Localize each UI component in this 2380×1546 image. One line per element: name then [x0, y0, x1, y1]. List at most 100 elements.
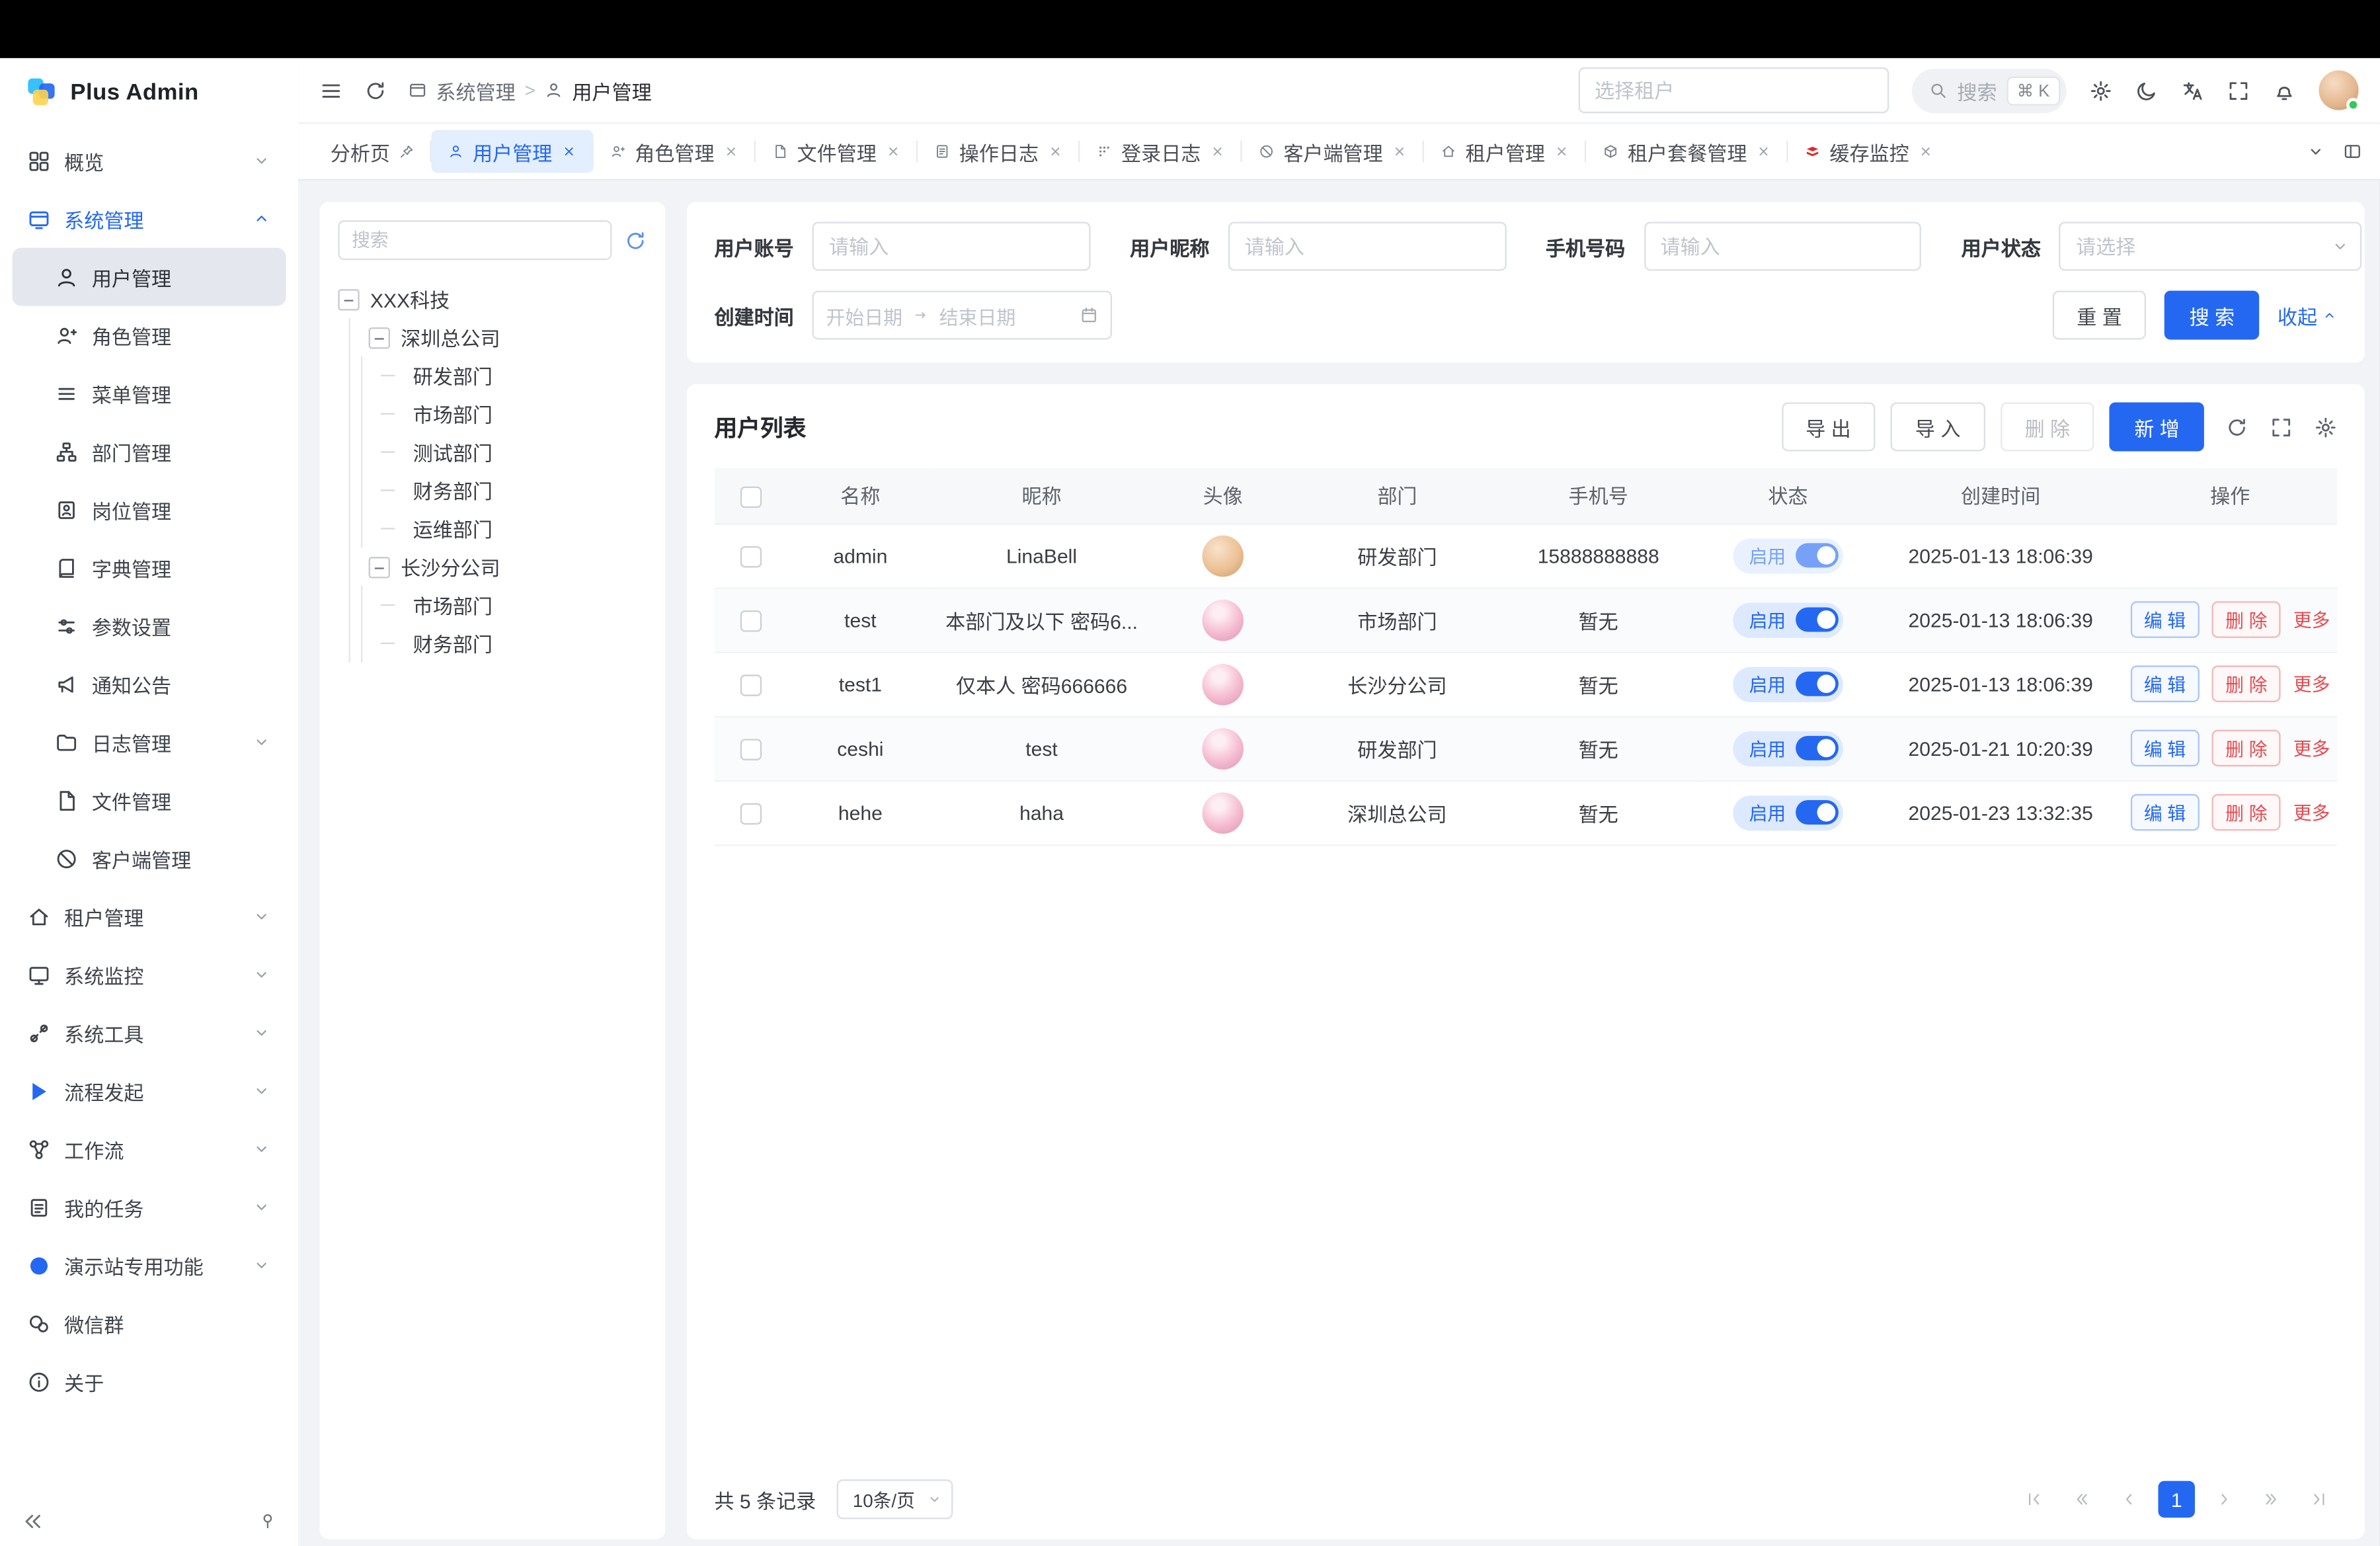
- sidebar-item-wechat-group[interactable]: 微信群: [13, 1294, 286, 1352]
- close-icon[interactable]: [1554, 143, 1569, 159]
- sidebar-item-dict-management[interactable]: 字典管理: [13, 538, 286, 596]
- tab-role-management[interactable]: 角色管理: [594, 130, 756, 173]
- delete-row-button[interactable]: 删 除: [2211, 601, 2281, 638]
- tree-node-dept[interactable]: 研发部门: [362, 356, 647, 395]
- search-button[interactable]: 搜 索: [2165, 291, 2260, 340]
- fullscreen-icon[interactable]: [2227, 79, 2250, 102]
- sidebar-item-demo-features[interactable]: 演示站专用功能: [13, 1236, 286, 1294]
- tree-refresh-icon[interactable]: [624, 229, 647, 252]
- sidebar-item-notice[interactable]: 通知公告: [13, 655, 286, 713]
- date-range-picker[interactable]: 开始日期 结束日期: [813, 291, 1112, 340]
- next-group-button[interactable]: [2253, 1481, 2290, 1518]
- delete-row-button[interactable]: 删 除: [2211, 730, 2281, 767]
- pin-icon[interactable]: [399, 143, 415, 159]
- tab-tenant-package[interactable]: 租户套餐管理: [1586, 130, 1788, 173]
- global-search[interactable]: 搜索 ⌘ K: [1911, 68, 2067, 112]
- tree-collapse-toggle[interactable]: [338, 288, 359, 309]
- table-fullscreen-icon[interactable]: [2270, 415, 2293, 438]
- status-toggle[interactable]: 启用: [1733, 602, 1842, 637]
- phone-input[interactable]: [1644, 222, 1921, 270]
- close-icon[interactable]: [1210, 143, 1225, 159]
- user-account-input[interactable]: [813, 222, 1090, 270]
- import-button[interactable]: 导 入: [1891, 402, 1985, 451]
- delete-button[interactable]: 删 除: [2001, 402, 2095, 451]
- tree-node-dept[interactable]: 财务部门: [362, 471, 647, 510]
- tab-client-management[interactable]: 客户端管理: [1242, 130, 1424, 173]
- tree-collapse-toggle[interactable]: [369, 556, 390, 577]
- sidebar-item-process-start[interactable]: 流程发起: [13, 1062, 286, 1120]
- refresh-page-icon[interactable]: [364, 79, 387, 102]
- hamburger-menu-icon[interactable]: [320, 79, 343, 102]
- user-nickname-input[interactable]: [1228, 222, 1505, 270]
- user-status-select[interactable]: [2059, 222, 2362, 270]
- row-checkbox[interactable]: [740, 739, 762, 760]
- tree-node-dept[interactable]: 市场部门: [362, 586, 647, 624]
- more-actions-link[interactable]: 更多: [2293, 738, 2330, 759]
- sidebar-item-system-management[interactable]: 系统管理: [13, 190, 286, 248]
- sidebar-item-my-tasks[interactable]: 我的任务: [13, 1178, 286, 1236]
- sidebar-item-log-management[interactable]: 日志管理: [13, 713, 286, 771]
- first-page-button[interactable]: [2016, 1481, 2053, 1518]
- user-status-select-input[interactable]: [2059, 222, 2362, 270]
- more-actions-link[interactable]: 更多: [2293, 674, 2330, 695]
- tab-analysis[interactable]: 分析页: [313, 130, 431, 173]
- prev-group-button[interactable]: [2063, 1481, 2100, 1518]
- sidebar-item-param-settings[interactable]: 参数设置: [13, 596, 286, 655]
- sidebar-item-workflow[interactable]: 工作流: [13, 1120, 286, 1178]
- sidebar-item-overview[interactable]: 概览: [13, 132, 286, 190]
- tree-collapse-toggle[interactable]: [369, 327, 390, 348]
- select-all-checkbox[interactable]: [740, 486, 762, 507]
- tree-node-dept[interactable]: 市场部门: [362, 395, 647, 433]
- delete-row-button[interactable]: 删 除: [2211, 794, 2281, 831]
- sidebar-item-system-tools[interactable]: 系统工具: [13, 1004, 286, 1062]
- tab-file-management[interactable]: 文件管理: [756, 130, 918, 173]
- table-settings-icon[interactable]: [2314, 415, 2337, 438]
- edit-button[interactable]: 编 辑: [2130, 794, 2200, 831]
- sidebar-item-file-management[interactable]: 文件管理: [13, 771, 286, 829]
- tree-node-branch[interactable]: 长沙分公司: [350, 548, 647, 586]
- row-checkbox[interactable]: [740, 674, 762, 696]
- breadcrumb-root[interactable]: 系统管理: [436, 76, 515, 105]
- row-checkbox[interactable]: [740, 610, 762, 631]
- more-actions-link[interactable]: 更多: [2293, 802, 2330, 823]
- tree-node-dept[interactable]: 财务部门: [362, 624, 647, 663]
- close-icon[interactable]: [886, 143, 901, 159]
- sidebar-item-tenant-management[interactable]: 租户管理: [13, 887, 286, 946]
- row-checkbox[interactable]: [740, 803, 762, 824]
- user-avatar[interactable]: [2319, 70, 2358, 110]
- edit-button[interactable]: 编 辑: [2130, 665, 2200, 702]
- sidebar-item-system-monitor[interactable]: 系统监控: [13, 946, 286, 1004]
- status-toggle[interactable]: 启用: [1733, 667, 1842, 702]
- add-button[interactable]: 新 增: [2110, 402, 2204, 451]
- close-icon[interactable]: [723, 143, 738, 159]
- close-icon[interactable]: [1756, 143, 1771, 159]
- layout-panel-icon[interactable]: [2343, 142, 2361, 161]
- tree-search-input[interactable]: [338, 220, 612, 260]
- sidebar-item-about[interactable]: 关于: [13, 1352, 286, 1410]
- tab-tenant-management[interactable]: 租户管理: [1424, 130, 1586, 173]
- tab-cache-monitor[interactable]: 缓存监控: [1788, 130, 1950, 173]
- close-icon[interactable]: [1392, 143, 1408, 159]
- sidebar-item-role-management[interactable]: 角色管理: [13, 306, 286, 364]
- status-toggle[interactable]: 启用: [1733, 731, 1842, 766]
- close-icon[interactable]: [1919, 143, 1934, 159]
- tab-login-log[interactable]: 登录日志: [1080, 130, 1242, 173]
- language-icon[interactable]: [2181, 79, 2204, 102]
- close-icon[interactable]: [1048, 143, 1063, 159]
- tree-node-dept[interactable]: 运维部门: [362, 509, 647, 548]
- sidebar-item-dept-management[interactable]: 部门管理: [13, 423, 286, 481]
- close-icon[interactable]: [561, 143, 576, 159]
- settings-gear-icon[interactable]: [2089, 79, 2112, 102]
- prev-page-button[interactable]: [2111, 1481, 2148, 1518]
- status-toggle[interactable]: 启用: [1733, 795, 1842, 830]
- sidebar-item-user-management[interactable]: 用户管理: [13, 248, 286, 306]
- collapse-filter-link[interactable]: 收起: [2278, 301, 2337, 330]
- theme-moon-icon[interactable]: [2135, 79, 2159, 102]
- row-checkbox[interactable]: [740, 546, 762, 567]
- sidebar-item-client-management[interactable]: 客户端管理: [13, 829, 286, 887]
- next-page-button[interactable]: [2205, 1481, 2242, 1518]
- sidebar-item-post-management[interactable]: 岗位管理: [13, 480, 286, 538]
- table-refresh-icon[interactable]: [2225, 415, 2248, 438]
- pin-icon[interactable]: [258, 1512, 277, 1530]
- tree-node-branch[interactable]: 深圳总公司: [350, 318, 647, 356]
